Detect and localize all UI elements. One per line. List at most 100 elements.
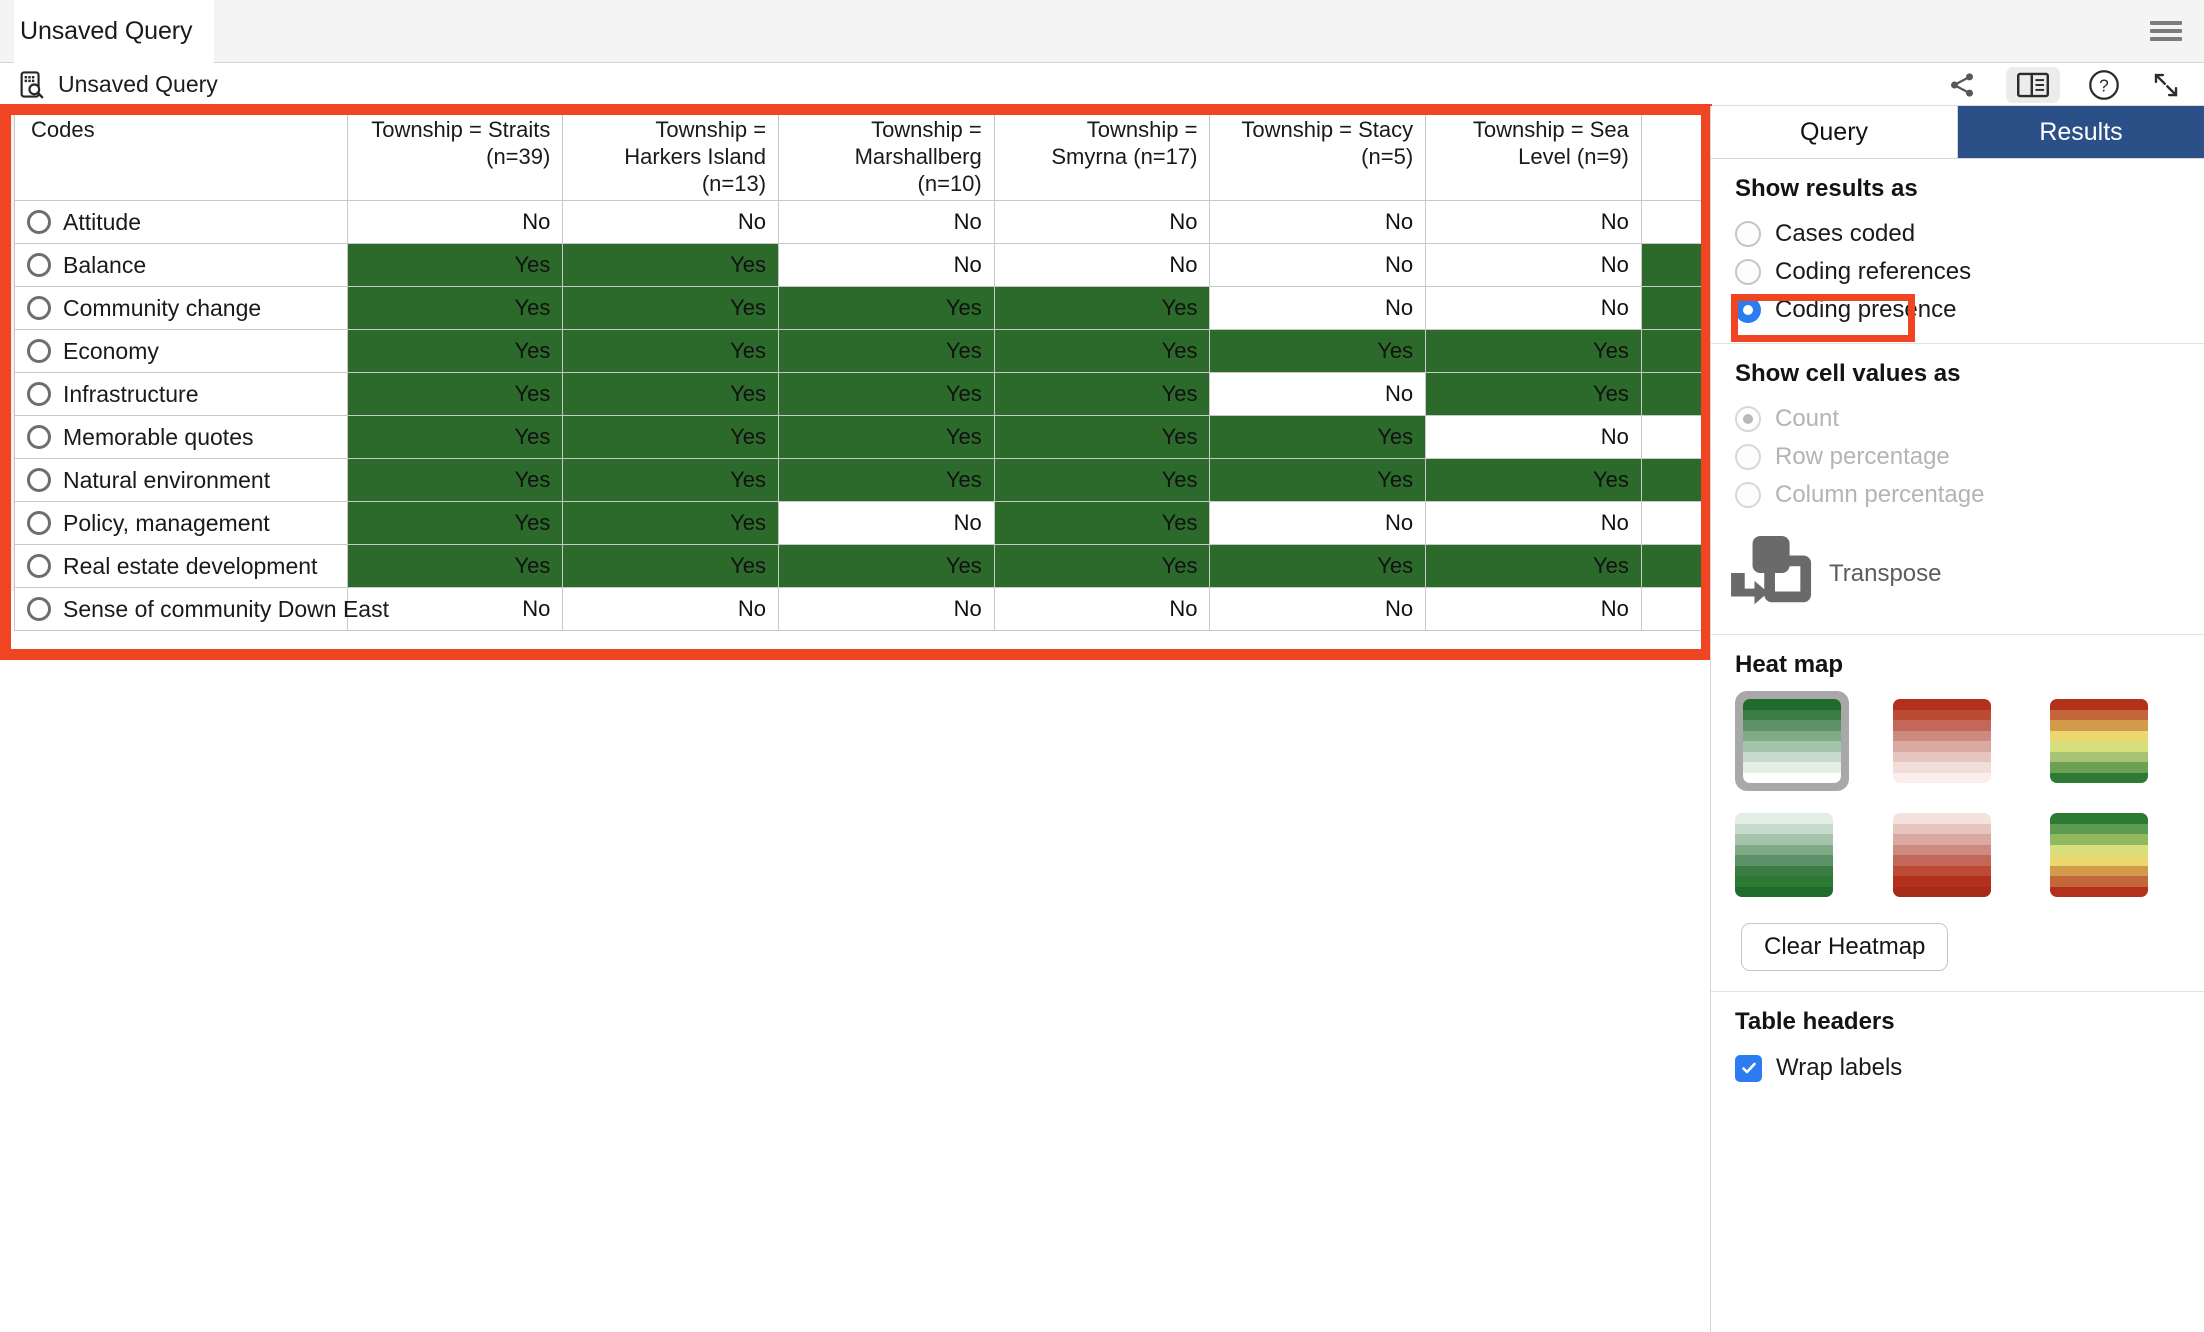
help-button[interactable]: ? [2086, 69, 2122, 101]
table-cell[interactable]: No [993, 199, 1211, 244]
tab-query[interactable]: Query [1711, 106, 1958, 159]
row-header-cell[interactable]: Balance [14, 242, 348, 287]
row-header-cell[interactable]: Real estate development [14, 543, 348, 588]
heatmap-swatch-green-ascending[interactable] [1735, 813, 1833, 897]
heatmap-swatch-green-to-red[interactable] [2050, 813, 2149, 897]
table-cell[interactable]: Yes [778, 543, 995, 588]
table-cell[interactable]: No [1209, 285, 1427, 330]
row-header-cell[interactable]: Community change [14, 285, 348, 330]
table-cell[interactable]: Yes [1209, 414, 1427, 459]
table-cell[interactable]: No [778, 199, 995, 244]
table-cell[interactable]: Yes [346, 242, 564, 287]
table-cell[interactable]: Yes [346, 500, 564, 545]
clear-heatmap-button[interactable]: Clear Heatmap [1741, 923, 1949, 971]
table-cell[interactable]: No [1209, 199, 1427, 244]
table-cell[interactable]: No [1425, 414, 1642, 459]
table-cell[interactable]: Yes [562, 285, 780, 330]
table-cell[interactable]: Yes [562, 328, 780, 373]
radio-row-percentage[interactable]: Row percentage [1735, 438, 2180, 476]
share-button[interactable] [1944, 69, 1980, 101]
radio-coding-references[interactable]: Coding references [1735, 253, 2180, 291]
hamburger-menu-icon[interactable] [2150, 18, 2182, 44]
row-select-radio[interactable] [27, 596, 51, 621]
table-cell[interactable]: No [778, 242, 995, 287]
table-cell[interactable]: Yes [562, 242, 780, 287]
row-select-radio[interactable] [27, 553, 51, 578]
table-cell[interactable]: No [778, 586, 995, 631]
row-header-cell[interactable]: Sense of community Down East [14, 586, 389, 631]
column-header-smyrna[interactable]: Township = Smyrna (n=17) [993, 106, 1211, 201]
radio-column-percentage[interactable]: Column percentage [1735, 476, 2180, 514]
heatmap-swatch-red-to-green[interactable] [2050, 699, 2149, 783]
heatmap-swatch-red-descending[interactable] [1892, 699, 1991, 783]
row-select-radio[interactable] [27, 252, 51, 277]
table-cell[interactable]: Yes [562, 414, 780, 459]
table-cell[interactable]: Yes [562, 457, 780, 502]
table-cell[interactable]: No [1425, 500, 1642, 545]
table-cell[interactable]: Yes [778, 457, 995, 502]
row-select-radio[interactable] [27, 467, 51, 492]
collapsed-sidebar-rail[interactable] [0, 106, 14, 591]
column-header-harkers-island[interactable]: Township = Harkers Island (n=13) [562, 106, 780, 201]
table-cell[interactable]: Yes [1209, 328, 1427, 373]
table-row[interactable]: Balance Yes Yes No No No No [14, 242, 1710, 287]
transpose-button[interactable]: Transpose [1711, 518, 2204, 634]
tab-results[interactable]: Results [1958, 106, 2204, 159]
table-cell[interactable]: No [1209, 242, 1427, 287]
table-cell[interactable]: Yes [562, 371, 780, 416]
table-cell[interactable]: Yes [993, 285, 1211, 330]
table-cell[interactable]: Yes [993, 543, 1211, 588]
column-header-marshallberg[interactable]: Township = Marshallberg (n=10) [778, 106, 995, 201]
column-header-codes[interactable]: Codes [14, 106, 348, 201]
radio-coding-presence[interactable]: Coding presence [1735, 291, 2180, 329]
table-row[interactable]: Policy, management Yes Yes No Yes No No [14, 500, 1710, 545]
column-header-straits[interactable]: Township = Straits (n=39) [346, 106, 564, 201]
table-cell[interactable]: Yes [562, 500, 780, 545]
table-cell[interactable]: No [1209, 586, 1427, 631]
table-cell[interactable]: Yes [346, 457, 564, 502]
table-cell[interactable]: Yes [1425, 457, 1642, 502]
radio-count[interactable]: Count [1735, 400, 2180, 438]
column-header-sea-level[interactable]: Township = Sea Level (n=9) [1425, 106, 1642, 201]
row-header-cell[interactable]: Policy, management [14, 500, 348, 545]
table-cell[interactable]: Yes [993, 457, 1211, 502]
table-cell[interactable]: Yes [346, 285, 564, 330]
table-row[interactable]: Natural environment Yes Yes Yes Yes Yes Yes [14, 457, 1710, 502]
table-row[interactable]: Attitude No No No No No No [14, 199, 1710, 244]
table-row[interactable]: Sense of community Down East No No No No No No [14, 586, 1710, 631]
row-header-cell[interactable]: Natural environment [14, 457, 348, 502]
table-cell[interactable]: No [562, 586, 780, 631]
table-cell[interactable]: Yes [1425, 328, 1642, 373]
table-cell[interactable]: Yes [1209, 543, 1427, 588]
table-cell[interactable]: Yes [562, 543, 780, 588]
table-cell[interactable]: Yes [993, 328, 1211, 373]
table-cell[interactable]: No [562, 199, 780, 244]
row-header-cell[interactable]: Attitude [14, 199, 348, 244]
table-cell[interactable]: Yes [346, 371, 564, 416]
heatmap-swatch-red-ascending[interactable] [1892, 813, 1991, 897]
table-cell[interactable]: Yes [346, 543, 564, 588]
row-header-cell[interactable]: Memorable quotes [14, 414, 348, 459]
table-cell[interactable]: No [993, 586, 1211, 631]
results-table-container[interactable]: Codes Township = Straits (n=39) Township… [14, 106, 1710, 652]
table-cell[interactable]: No [1425, 242, 1642, 287]
row-select-radio[interactable] [27, 424, 51, 449]
table-cell[interactable]: Yes [778, 414, 995, 459]
radio-cases-coded[interactable]: Cases coded [1735, 215, 2180, 253]
table-row[interactable]: Memorable quotes Yes Yes Yes Yes Yes No [14, 414, 1710, 459]
row-header-cell[interactable]: Infrastructure [14, 371, 348, 416]
table-cell[interactable]: No [1425, 285, 1642, 330]
table-cell[interactable]: Yes [1425, 371, 1642, 416]
table-cell[interactable]: Yes [1209, 457, 1427, 502]
row-header-cell[interactable]: Economy [14, 328, 348, 373]
table-cell[interactable]: Yes [778, 285, 995, 330]
table-cell[interactable]: Yes [346, 328, 564, 373]
row-select-radio[interactable] [27, 338, 51, 363]
table-cell[interactable]: Yes [778, 328, 995, 373]
heatmap-swatch-green-descending[interactable] [1743, 699, 1841, 783]
table-cell[interactable]: Yes [346, 414, 564, 459]
row-select-radio[interactable] [27, 295, 51, 320]
table-row[interactable]: Economy Yes Yes Yes Yes Yes Yes [14, 328, 1710, 373]
table-cell[interactable]: No [993, 242, 1211, 287]
row-select-radio[interactable] [27, 510, 51, 535]
